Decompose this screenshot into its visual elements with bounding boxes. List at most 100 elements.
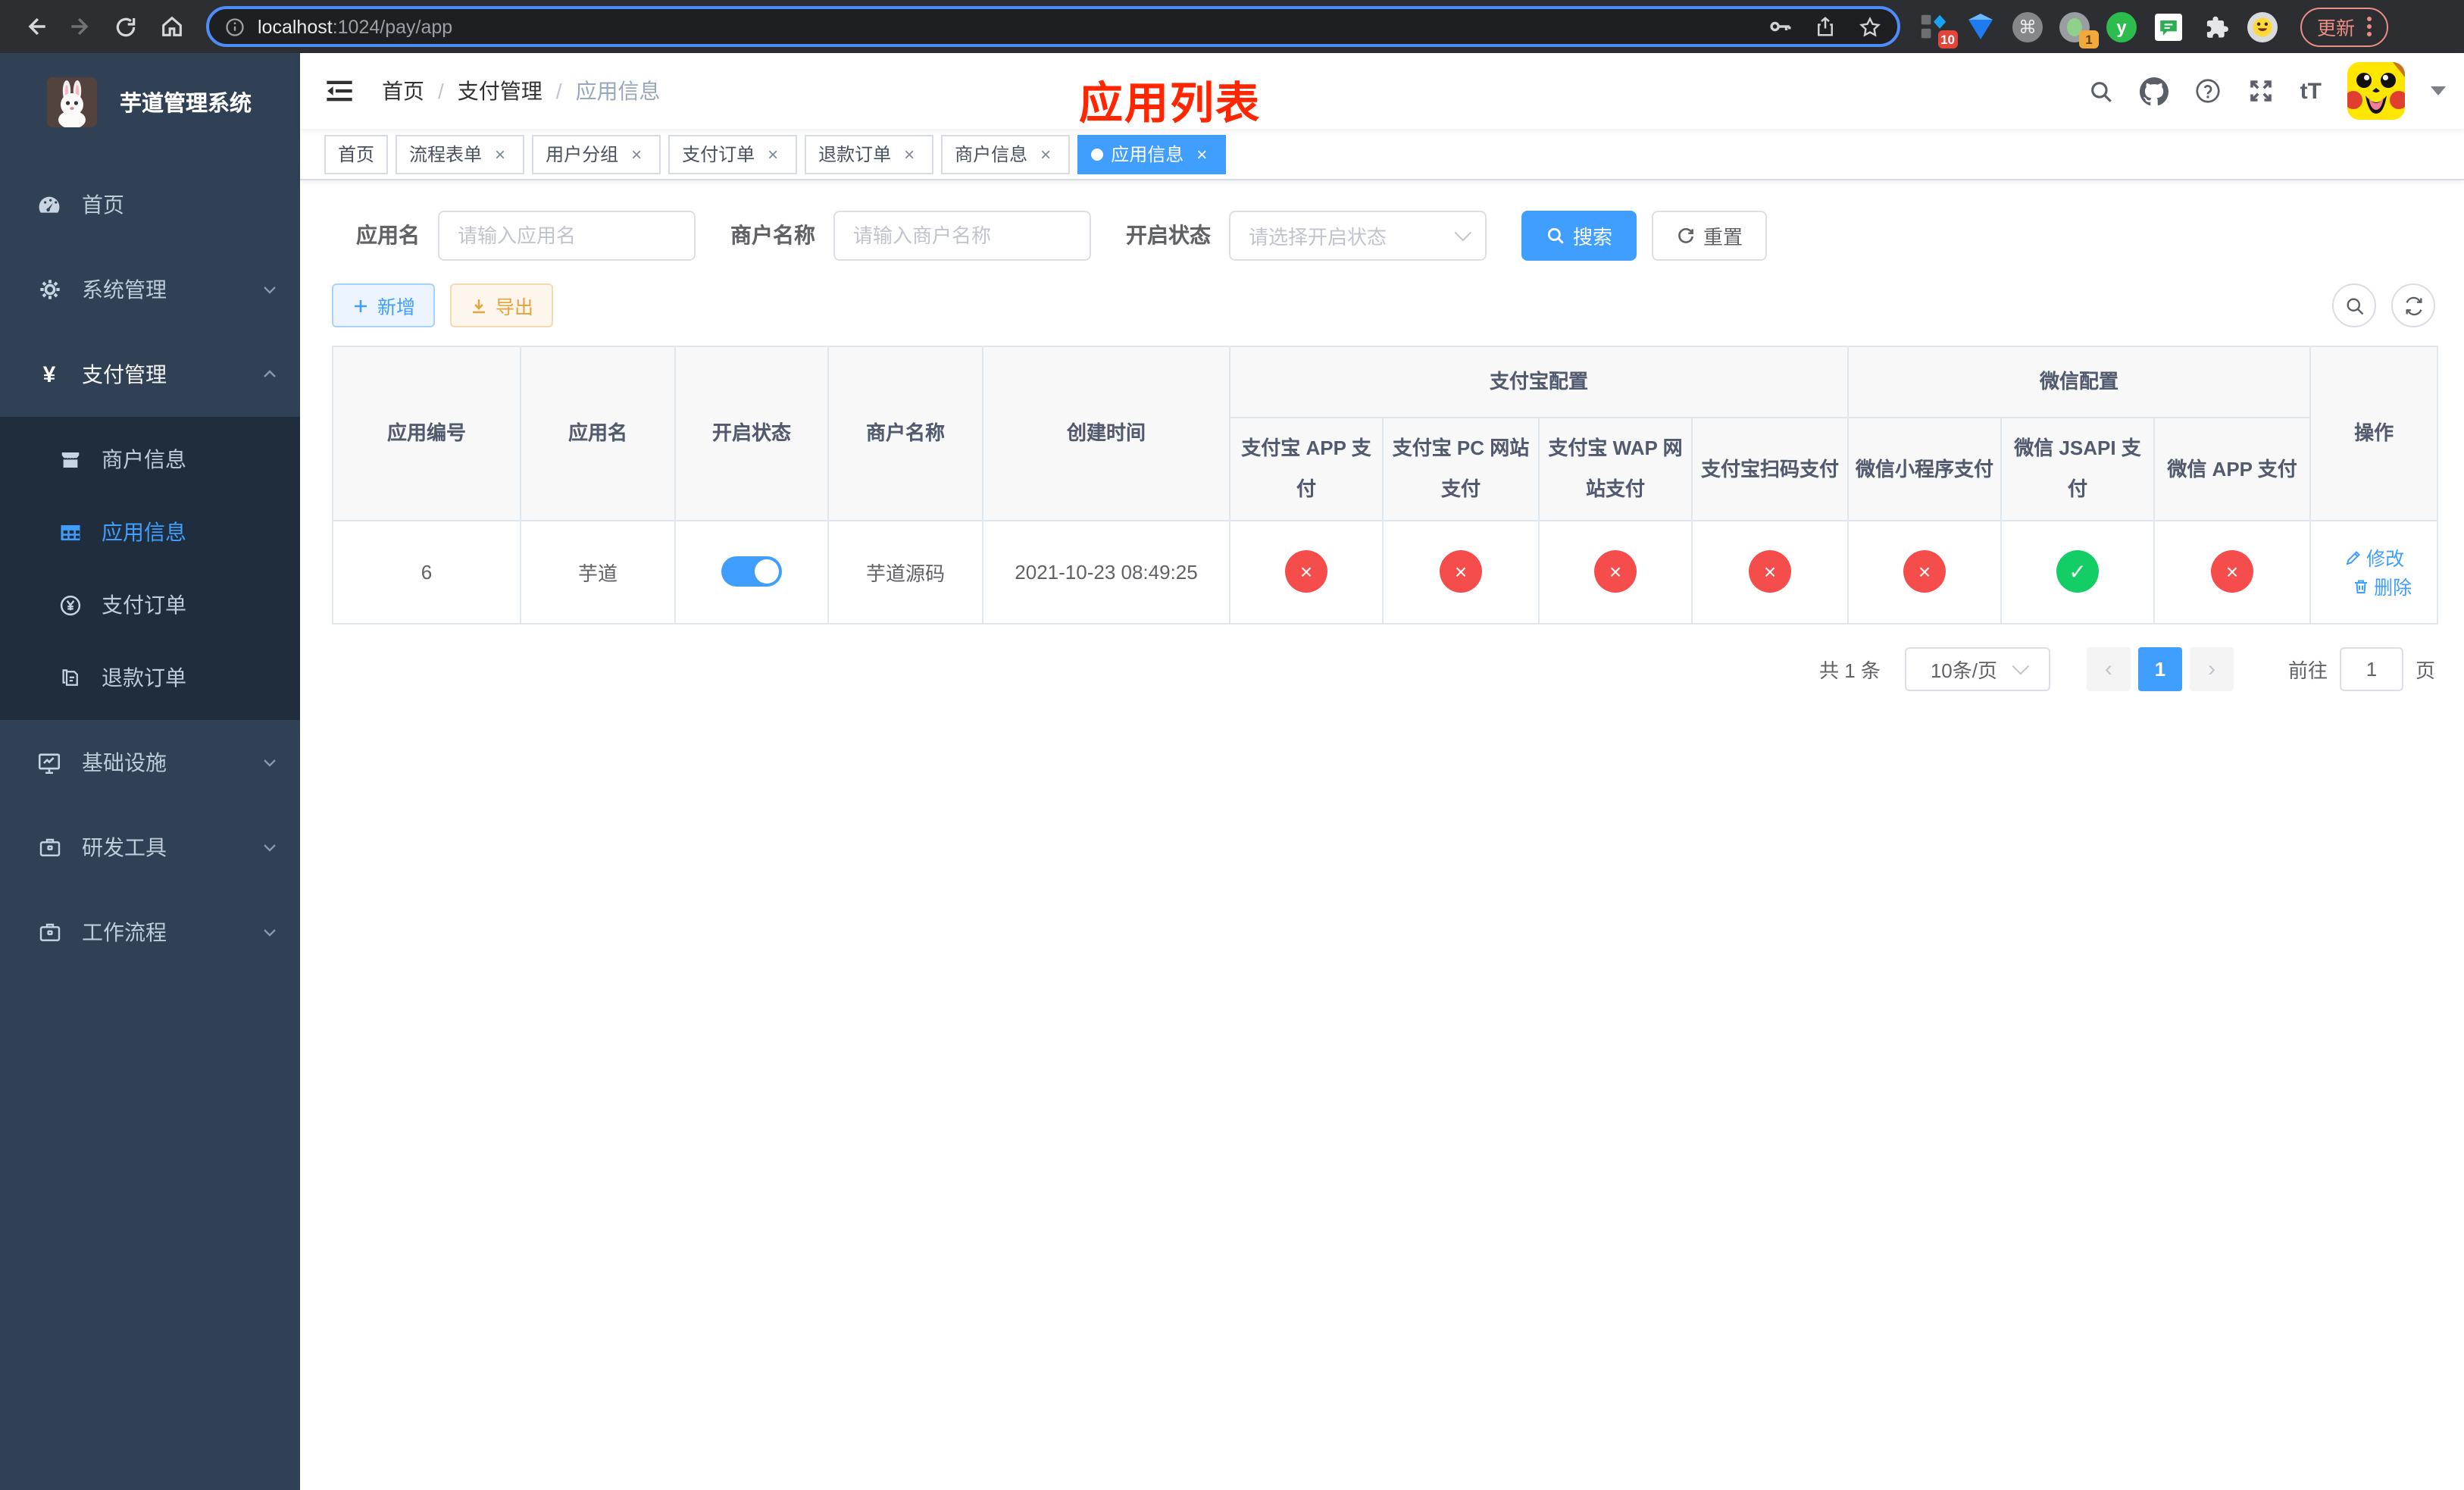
user-avatar[interactable] [2347,62,2405,120]
sidebar-item-workflow[interactable]: 工作流程 [0,890,300,975]
extension-grid-icon[interactable]: 10 [1918,11,1958,48]
col-header-wx-app: 微信 APP 支付 [2153,417,2312,521]
tag-app-info[interactable]: 应用信息 × [1077,134,1227,174]
col-header-status: 开启状态 [674,346,829,521]
browser-menu-icon[interactable] [2367,17,2372,36]
close-icon[interactable]: × [1035,143,1056,164]
goto-suffix: 页 [2415,659,2435,682]
browser-update-button[interactable]: 更新 [2300,7,2389,46]
extension-yuque-icon[interactable]: y [2106,11,2137,42]
chevron-down-icon [261,753,279,772]
col-header-app-name: 应用名 [520,346,676,521]
status-select[interactable]: 请选择开启状态 [1229,210,1487,260]
extension-proxy-icon[interactable]: 1 [2059,11,2099,48]
next-page-button[interactable]: › [2189,646,2234,691]
chevron-down-icon [1454,224,1472,242]
sidebar-item-dev-tools[interactable]: 研发工具 [0,805,300,890]
alipay-pc-status-icon: × [1440,550,1482,593]
extension-command-icon[interactable]: ⌘ [2012,11,2043,42]
password-key-icon[interactable] [1767,14,1793,39]
app-name-label: 应用名 [356,223,420,247]
app-logo-row[interactable]: 芋道管理系统 [0,53,300,132]
github-icon[interactable] [2139,77,2169,105]
share-icon[interactable] [1814,15,1837,38]
app-name-input[interactable] [438,210,696,260]
url-text[interactable]: localhost:1024/pay/app [258,16,1767,37]
prev-page-button[interactable]: ‹ [2086,646,2131,691]
bookmark-star-icon[interactable] [1858,14,1882,39]
close-icon[interactable]: × [899,143,920,164]
chevron-down-icon [2012,658,2030,675]
document-copy-icon [59,666,82,689]
show-search-button[interactable] [2332,283,2376,327]
col-header-actions: 操作 [2309,346,2439,521]
export-button[interactable]: 导出 [450,283,554,327]
tag-home[interactable]: 首页 [324,134,389,174]
sidebar-item-refund-orders[interactable]: 退款订单 [0,641,300,714]
search-icon[interactable] [2088,78,2114,104]
tag-pay-order[interactable]: 支付订单 × [668,134,798,174]
browser-extensions-area: 10 ⌘ 1 y 更新 [1918,7,2389,48]
page-size-select[interactable]: 10条/页 [1904,646,2050,691]
alipay-wap-status-icon: × [1594,550,1637,593]
help-icon[interactable] [2194,77,2222,105]
close-icon[interactable]: × [1191,143,1212,164]
sidebar: 芋道管理系统 首页 系统管理 ¥ 支付管理 商户信息 应用信息 支付订单 退款订… [0,53,300,1490]
browser-forward-icon[interactable] [58,4,103,49]
briefcase-icon [36,919,62,945]
close-icon[interactable]: × [489,143,511,164]
page-1-button[interactable]: 1 [2137,646,2182,691]
font-size-icon[interactable]: tT [2300,78,2322,104]
sidebar-item-system[interactable]: 系统管理 [0,247,300,332]
breadcrumb-home[interactable]: 首页 [382,76,424,106]
pagination-total: 共 1 条 [1819,659,1881,682]
browser-home-icon[interactable] [149,4,194,49]
refresh-button[interactable] [2391,283,2435,327]
sidebar-item-pay-orders[interactable]: 支付订单 [0,568,300,641]
merchant-name-input[interactable] [833,210,1091,260]
application-window: localhost:1024/pay/app 10 ⌘ 1 y 更新 芋道管理系… [0,0,2464,1490]
reset-button[interactable]: 重置 [1652,210,1768,260]
sidebar-item-home[interactable]: 首页 [0,162,300,247]
delete-link[interactable]: 删除 [2351,571,2412,600]
chevron-down-icon [261,838,279,856]
yen-icon: ¥ [42,362,56,387]
status-toggle[interactable] [721,556,782,587]
col-header-alipay-app: 支付宝 APP 支付 [1229,417,1384,521]
edit-link[interactable]: 修改 [2344,543,2404,571]
goto-page-input[interactable] [2339,646,2403,691]
add-button[interactable]: 新增 [332,283,436,327]
site-info-icon[interactable] [224,16,245,37]
sidebar-item-merchant-info[interactable]: 商户信息 [0,423,300,496]
cell-app-name: 芋道 [520,519,676,624]
search-button[interactable]: 搜索 [1521,210,1637,260]
sidebar-item-payment[interactable]: ¥ 支付管理 [0,332,300,417]
sidebar-item-infrastructure[interactable]: 基础设施 [0,720,300,805]
browser-reload-icon[interactable] [103,4,149,49]
status-label: 开启状态 [1126,223,1211,247]
extensions-puzzle-icon[interactable] [2200,11,2231,42]
col-header-created: 创建时间 [982,346,1230,521]
extension-chat-icon[interactable] [2153,11,2184,42]
chevron-up-icon [261,365,279,383]
browser-back-icon[interactable] [12,4,58,49]
sidebar-item-app-info[interactable]: 应用信息 [0,496,300,568]
fullscreen-icon[interactable] [2247,77,2275,105]
main-area: 首页 / 支付管理 / 应用信息 应用列表 tT 首页 流程表单 × 用户分组 … [300,53,2464,1490]
address-bar[interactable]: localhost:1024/pay/app [206,6,1900,47]
tags-view-bar: 首页 流程表单 × 用户分组 × 支付订单 × 退款订单 × 商户信息 × 应用信息 × [300,129,2464,180]
table-row: 6 芋道 芋道源码 2021-10-23 08:49:25 × × × × × … [332,519,2439,624]
table-grid-icon [59,521,82,543]
tag-merchant-info[interactable]: 商户信息 × [941,134,1071,174]
extension-gem-icon[interactable] [1965,11,1996,42]
group-header-alipay: 支付宝配置 [1228,346,1850,418]
avatar-caret-icon[interactable] [2431,86,2446,95]
sidebar-fold-icon[interactable] [324,74,358,108]
profile-avatar-icon[interactable] [2247,11,2278,42]
tag-process-form[interactable]: 流程表单 × [396,134,525,174]
tag-user-group[interactable]: 用户分组 × [532,134,661,174]
close-icon[interactable]: × [762,143,783,164]
app-table: 应用编号 应用名 开启状态 商户名称 创建时间 支付宝配置 微信配置 操作 支付… [332,346,2439,624]
tag-refund-order[interactable]: 退款订单 × [805,134,934,174]
close-icon[interactable]: × [626,143,647,164]
